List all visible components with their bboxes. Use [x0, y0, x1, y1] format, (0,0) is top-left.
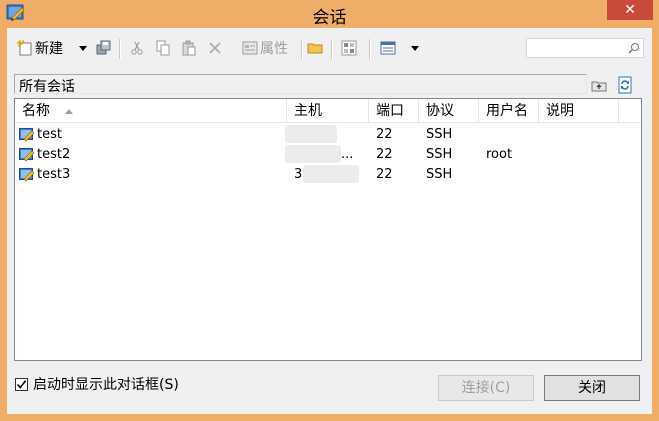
toolbar-separator — [331, 39, 332, 59]
session-list[interactable]: 名称 主机 端口 协议 用户名 说明 test 22 SSH test2 ...… — [14, 98, 642, 361]
new-session-button[interactable]: 新建 — [11, 34, 69, 62]
close-window-button[interactable]: ✕ — [607, 0, 653, 20]
session-icon — [19, 168, 35, 182]
title-bar[interactable]: 会话 ✕ — [0, 0, 659, 28]
chevron-down-icon — [79, 45, 87, 51]
column-header-username[interactable]: 用户名 — [479, 99, 539, 123]
session-name: test2 — [37, 147, 71, 162]
new-label: 新建 — [35, 41, 63, 57]
column-label: 说明 — [546, 103, 574, 119]
sort-ascending-icon — [65, 109, 73, 114]
folder-path-bar[interactable]: 所有会话 — [14, 74, 587, 95]
table-row[interactable]: test3 3 22 SSH — [15, 165, 641, 185]
toolbar-separator — [369, 39, 370, 59]
session-host: ... — [341, 147, 354, 162]
grid-icon — [341, 40, 357, 56]
column-header-protocol[interactable]: 协议 — [419, 99, 479, 123]
session-protocol: SSH — [426, 147, 453, 162]
view-mode-button[interactable] — [377, 34, 399, 62]
redacted-host — [303, 165, 359, 183]
cut-button[interactable] — [127, 34, 147, 62]
session-protocol: SSH — [426, 127, 453, 142]
column-label: 协议 — [426, 103, 454, 119]
toolbar-separator — [119, 39, 120, 59]
session-protocol: SSH — [426, 167, 453, 182]
refresh-icon[interactable] — [616, 76, 634, 94]
properties-label: 属性 — [260, 41, 288, 57]
table-row[interactable]: test2 ... 22 SSH root — [15, 145, 641, 165]
copy-icon — [156, 40, 170, 56]
dialog-body: 新建 属性 所有会话 名称 主机 端口 协议 用户名 说明 test 22 SS… — [7, 28, 652, 414]
delete-button[interactable] — [205, 34, 225, 62]
search-input[interactable] — [526, 38, 644, 58]
toolbar-separator — [301, 39, 302, 59]
scissors-icon — [131, 41, 143, 55]
toolbar: 新建 属性 — [7, 34, 652, 62]
new-dropdown-button[interactable] — [77, 34, 89, 62]
paste-button[interactable] — [179, 34, 199, 62]
delete-icon — [209, 42, 221, 54]
session-name: test — [37, 127, 62, 142]
column-label: 端口 — [376, 103, 404, 119]
view-mode-dropdown[interactable] — [409, 34, 421, 62]
copy-button[interactable] — [153, 34, 173, 62]
list-header: 名称 主机 端口 协议 用户名 说明 — [15, 99, 641, 123]
search-icon — [628, 43, 639, 54]
save-session-button[interactable] — [93, 34, 113, 62]
save-icon — [96, 40, 111, 55]
column-label: 用户名 — [486, 103, 528, 119]
sessions-dialog: 会话 ✕ 新建 属性 所有会话 名称 主机 端口 协议 用户名 说明 test … — [0, 0, 659, 421]
session-name: test3 — [37, 167, 71, 182]
folder-path-text: 所有会话 — [19, 79, 75, 95]
folder-icon — [307, 43, 323, 54]
checkmark-icon — [16, 379, 27, 389]
column-header-description[interactable]: 说明 — [539, 99, 619, 123]
redacted-host — [285, 125, 337, 143]
column-label: 名称 — [22, 103, 50, 119]
session-host: 3 — [294, 167, 303, 182]
new-folder-button[interactable] — [305, 34, 325, 62]
session-user: root — [486, 147, 513, 162]
column-header-port[interactable]: 端口 — [369, 99, 419, 123]
startup-checkbox-label: 启动时显示此对话框(S) — [33, 377, 179, 393]
session-port: 22 — [376, 147, 393, 162]
column-header-name[interactable]: 名称 — [15, 99, 287, 123]
session-port: 22 — [376, 127, 393, 142]
go-up-folder-icon[interactable] — [590, 76, 608, 94]
new-icon — [17, 40, 32, 56]
session-layout-button[interactable] — [339, 34, 359, 62]
table-row[interactable]: test 22 SSH — [15, 125, 641, 145]
session-icon — [19, 128, 35, 142]
startup-checkbox[interactable] — [15, 377, 28, 391]
window-title: 会话 — [312, 8, 347, 28]
connect-button[interactable]: 连接(C) — [438, 375, 534, 401]
redacted-host — [285, 145, 341, 163]
session-port: 22 — [376, 167, 393, 182]
close-button[interactable]: 关闭 — [544, 375, 640, 401]
chevron-down-icon — [411, 45, 419, 51]
column-header-host[interactable]: 主机 — [287, 99, 369, 123]
properties-button[interactable]: 属性 — [231, 34, 299, 62]
properties-icon — [242, 41, 258, 55]
startup-checkbox-row[interactable]: 启动时显示此对话框(S) — [15, 375, 179, 393]
paste-icon — [182, 40, 196, 56]
session-icon — [19, 148, 35, 162]
column-label: 主机 — [294, 103, 322, 119]
details-view-icon — [380, 41, 396, 55]
